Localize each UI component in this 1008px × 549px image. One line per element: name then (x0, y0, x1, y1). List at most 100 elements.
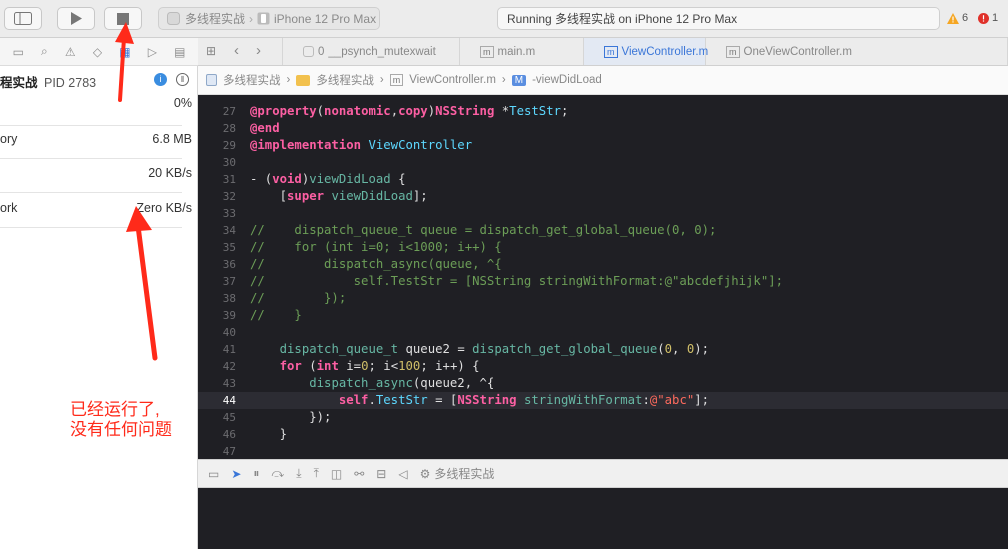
view-hierarchy-icon[interactable]: ◫ (331, 467, 342, 481)
chevron-right-icon: › (286, 74, 291, 86)
errors-count: 1 (992, 12, 999, 24)
code-line: 30 (198, 154, 1008, 171)
console-area[interactable] (198, 488, 1008, 549)
debug-navigator-icon[interactable]: ▦ (119, 45, 130, 59)
code-token: viewDidLoad (309, 172, 391, 186)
code-token: [ (250, 189, 288, 203)
line-number: 47 (222, 445, 236, 458)
code-text: @end (250, 120, 280, 137)
step-out-icon[interactable]: ⤒ (314, 466, 319, 481)
project-icon (206, 74, 217, 86)
code-text: self.TestStr = [NSString stringWithForma… (250, 392, 709, 409)
chevron-right-icon: › (249, 11, 254, 26)
run-button[interactable] (57, 7, 95, 30)
line-number: 46 (222, 428, 236, 441)
process-options-icon[interactable]: ⦀ (176, 73, 189, 86)
code-text: @implementation ViewController (250, 137, 472, 154)
code-text: - (void)viewDidLoad { (250, 171, 406, 188)
forward-arrow-icon[interactable]: › (256, 42, 261, 59)
play-icon (71, 12, 82, 25)
tab-label: ViewController.m (621, 45, 709, 58)
tab-main-m[interactable]: m main.m (460, 38, 584, 65)
breadcrumb-file[interactable]: ViewController.m (409, 74, 496, 86)
location-icon[interactable]: ◁ (398, 467, 407, 481)
hide-debug-area-icon[interactable]: ▭ (208, 467, 219, 481)
breadcrumb-group[interactable]: 多线程实战 (316, 72, 374, 88)
code-token: @"abc" (649, 393, 695, 407)
error-icon (978, 12, 989, 24)
annotation-text: 已经运行了, 没有任何问题 (70, 400, 172, 440)
code-token: queue2 = (398, 342, 473, 356)
tab-viewcontroller-m[interactable]: m ViewController.m (584, 38, 709, 65)
line-number: 34 (222, 224, 236, 237)
breadcrumb-project[interactable]: 多线程实战 (223, 72, 281, 88)
code-token: ); (694, 342, 710, 356)
symbol-navigator-icon[interactable]: ▭ (13, 45, 24, 59)
code-token: - ( (250, 172, 273, 186)
code-line: 46 } (198, 426, 1008, 443)
breakpoints-toggle-icon[interactable]: ➤ (231, 467, 241, 481)
code-line: 42 for (int i=0; i<100; i++) { (198, 358, 1008, 375)
code-token: ( (316, 104, 325, 118)
debug-target[interactable]: ⚙ 多线程实战 (420, 465, 495, 482)
code-token: i= (338, 359, 362, 373)
memory-graph-icon[interactable]: ⚯ (354, 467, 364, 481)
tab-psynch-mutexwait[interactable]: 0 __psynch_mutexwait (282, 38, 460, 65)
environment-overrides-icon[interactable]: ⊟ (376, 467, 386, 481)
disk-row[interactable]: 20 KB/s (0, 159, 192, 193)
warnings-badge[interactable]: 6 (947, 12, 968, 24)
toggle-navigator-button[interactable] (4, 7, 42, 30)
code-token: dispatch_queue_t (279, 342, 399, 356)
stop-button[interactable] (104, 7, 142, 30)
process-header[interactable]: 程实战 PID 2783 i ⦀ (0, 72, 196, 91)
code-line: 47 (198, 443, 1008, 459)
device-icon (257, 12, 270, 25)
code-text: [super viewDidLoad]; (250, 188, 428, 205)
code-token: nonatomic (324, 104, 391, 118)
code-line: 37 // self.TestStr = [NSString stringWith… (198, 273, 1008, 290)
pause-icon[interactable]: ⏸ (253, 466, 259, 481)
code-editor[interactable]: 27 @property(nonatomic,copy)NSString *Tes… (198, 95, 1008, 459)
code-token: ViewController (368, 138, 473, 152)
grid-icon[interactable]: ⊞ (206, 44, 216, 58)
tab-oneviewcontroller-m[interactable]: m OneViewController.m (706, 38, 1008, 65)
breadcrumb-method[interactable]: -viewDidLoad (532, 74, 602, 86)
test-navigator-icon[interactable]: ◇ (93, 45, 102, 59)
code-text: // } (250, 307, 302, 324)
code-text: // self.TestStr = [NSString stringWithFo… (250, 273, 783, 290)
code-line: 31 - (void)viewDidLoad { (198, 171, 1008, 188)
folder-icon (296, 74, 311, 86)
debug-bar: ▭ ➤ ⏸ ⤼ ⤓ ⤒ ◫ ⚯ ⊟ ◁ ⚙ 多线程实战 (198, 459, 1008, 488)
scheme-selector[interactable]: 多线程实战 › iPhone 12 Pro Max (158, 7, 380, 30)
network-row[interactable]: ork Zero KB/s (0, 193, 192, 228)
device-name: iPhone 12 Pro Max (274, 11, 377, 26)
code-line: 36 // dispatch_async(queue, ^{ (198, 256, 1008, 273)
memory-row[interactable]: ory 6.8 MB (0, 126, 192, 159)
code-line: 32 [super viewDidLoad]; (198, 188, 1008, 205)
issue-navigator-icon[interactable]: ⚠ (65, 45, 76, 59)
back-arrow-icon[interactable]: ‹ (234, 42, 239, 59)
code-token: stringWithFormat (523, 393, 643, 407)
breakpoint-navigator-icon[interactable]: ▷ (148, 45, 157, 59)
annotation-line-1: 已经运行了, (70, 400, 160, 419)
line-number: 37 (222, 275, 236, 288)
line-number: 42 (222, 360, 236, 373)
step-into-icon[interactable]: ⤓ (296, 466, 301, 481)
code-token: dispatch_async (309, 376, 413, 390)
code-token: (queue2, ^{ (412, 376, 495, 390)
info-icon[interactable]: i (154, 73, 167, 86)
warnings-count: 6 (962, 12, 969, 24)
step-over-icon[interactable]: ⤼ (271, 466, 284, 481)
cpu-row[interactable]: 0% (0, 94, 192, 126)
code-line: 35 // for (int i=0; i<1000; i++) { (198, 239, 1008, 256)
find-navigator-icon[interactable]: ⌕ (41, 44, 48, 59)
code-token: self (338, 393, 369, 407)
tab-label: OneViewController.m (743, 45, 852, 58)
report-navigator-icon[interactable]: ▤ (174, 45, 185, 59)
errors-badge[interactable]: 1 (978, 12, 998, 24)
activity-status: Running 多线程实战 on iPhone 12 Pro Max (497, 7, 940, 30)
code-token: = [ (427, 393, 458, 407)
code-token: TestStr (509, 104, 561, 118)
